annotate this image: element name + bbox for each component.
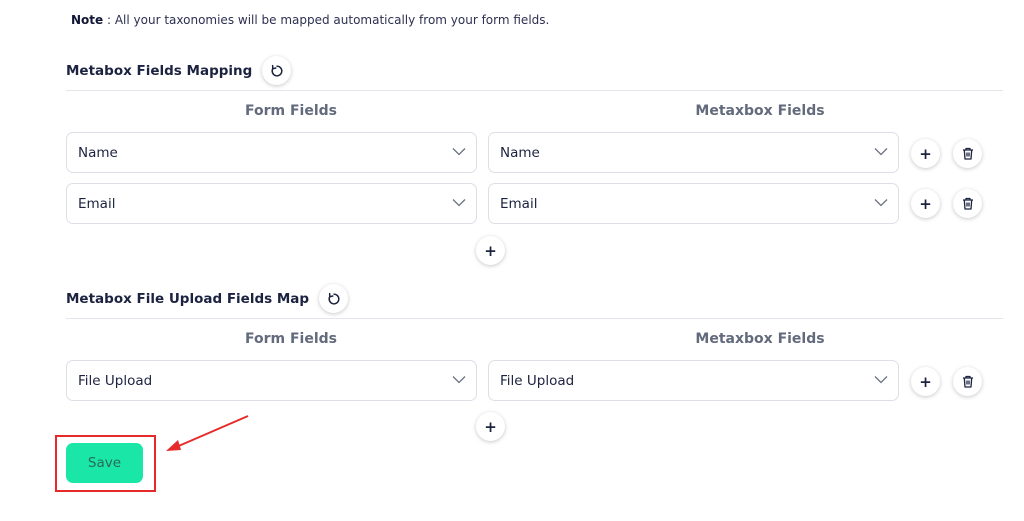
chevron-down-icon xyxy=(874,148,888,156)
chevron-down-icon xyxy=(874,199,888,207)
form-field-select[interactable]: File Upload xyxy=(66,360,477,401)
select-value: File Upload xyxy=(78,372,153,389)
metabox-field-select[interactable]: Email xyxy=(488,183,899,224)
add-mapping-button[interactable]: + xyxy=(476,412,505,441)
select-value: Email xyxy=(500,195,538,212)
chevron-down-icon xyxy=(452,376,466,384)
trash-icon xyxy=(962,147,973,160)
select-value: Email xyxy=(78,195,116,212)
add-row-button[interactable]: + xyxy=(911,139,940,168)
section-title: Metabox File Upload Fields Map xyxy=(66,290,310,307)
note-body: : All your taxonomies will be mapped aut… xyxy=(103,13,550,27)
form-field-select[interactable]: Email xyxy=(66,183,477,224)
column-header-form-fields: Form Fields xyxy=(245,331,337,347)
note-label: Note xyxy=(71,13,104,27)
delete-row-button[interactable] xyxy=(953,367,982,396)
select-value: File Upload xyxy=(500,372,575,389)
select-value: Name xyxy=(78,144,118,161)
chevron-down-icon xyxy=(452,148,466,156)
chevron-down-icon xyxy=(874,376,888,384)
section-metabox-fields-mapping: Metabox Fields Mapping xyxy=(66,56,292,85)
section-file-upload-fields-map: Metabox File Upload Fields Map xyxy=(66,284,349,313)
trash-icon xyxy=(962,197,973,210)
arrow-annotation xyxy=(166,415,249,451)
column-header-form-fields: Form Fields xyxy=(245,103,337,119)
select-value: Name xyxy=(500,144,540,161)
add-row-button[interactable]: + xyxy=(911,367,940,396)
metabox-field-select[interactable]: File Upload xyxy=(488,360,899,401)
refresh-icon xyxy=(271,64,283,76)
form-field-select[interactable]: Name xyxy=(66,132,477,173)
section-divider xyxy=(66,318,1003,319)
add-mapping-button[interactable]: + xyxy=(476,236,505,265)
metabox-field-select[interactable]: Name xyxy=(488,132,899,173)
column-header-metabox-fields: Metaxbox Fields xyxy=(695,103,825,119)
refresh-button[interactable] xyxy=(262,56,292,85)
delete-row-button[interactable] xyxy=(953,189,982,218)
add-row-button[interactable]: + xyxy=(911,189,940,218)
chevron-down-icon xyxy=(452,199,466,207)
refresh-button[interactable] xyxy=(319,284,349,313)
section-divider xyxy=(66,90,1003,91)
save-button[interactable]: Save xyxy=(66,443,143,483)
refresh-icon xyxy=(328,292,340,304)
note-text: Note : All your taxonomies will be mappe… xyxy=(71,13,549,27)
trash-icon xyxy=(962,375,973,388)
column-header-metabox-fields: Metaxbox Fields xyxy=(695,331,825,347)
section-title: Metabox Fields Mapping xyxy=(66,62,253,79)
delete-row-button[interactable] xyxy=(953,139,982,168)
